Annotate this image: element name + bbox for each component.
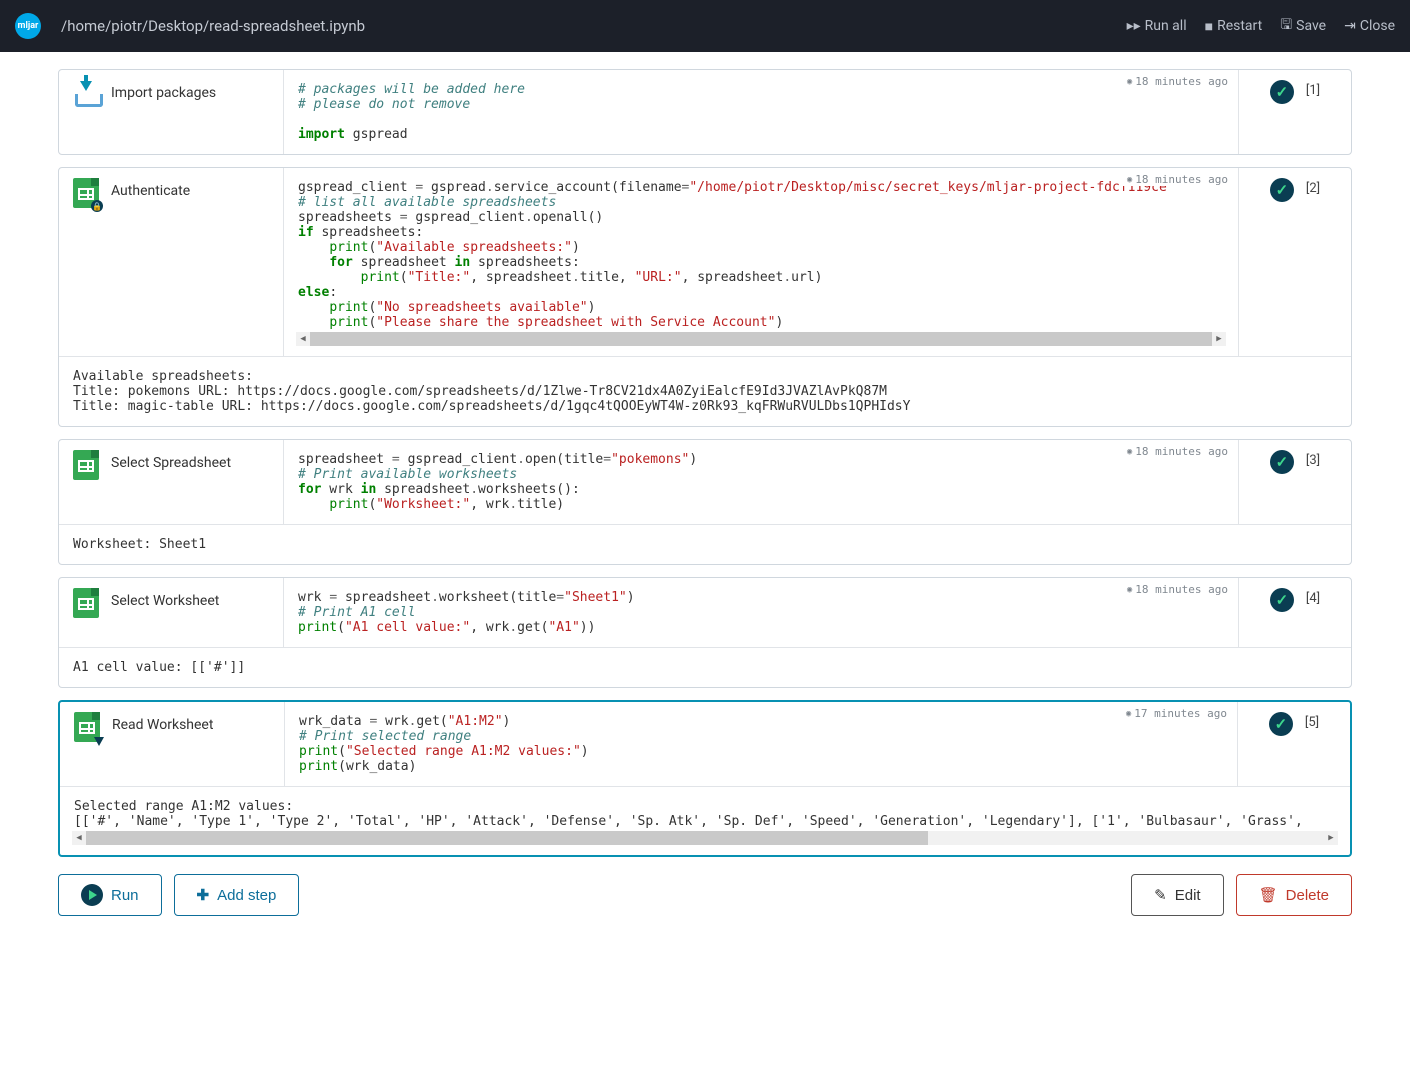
code-editor[interactable]: 18 minutes agogspread_client = gspread.s… [284,168,1239,356]
sheet-icon [71,450,101,480]
file-path: /home/piotr/Desktop/read-spreadsheet.ipy… [61,17,1127,35]
plus-icon: ✚ [197,886,210,904]
delete-button[interactable]: 🗑 Delete [1236,874,1352,916]
exec-count: [2] [1306,178,1320,196]
horizontal-scrollbar[interactable]: ◀▶ [72,831,1338,845]
exec-count: [5] [1305,712,1319,730]
cell-select-worksheet[interactable]: Select Worksheet 18 minutes agowrk = spr… [58,577,1352,688]
time-badge: 18 minutes ago [1121,75,1228,88]
cell-authenticate[interactable]: 🔒 Authenticate 18 minutes agogspread_cli… [58,167,1352,427]
cell-import-packages[interactable]: Import packages 18 minutes ago# packages… [58,69,1352,155]
success-check-icon: ✓ [1270,450,1294,474]
mljar-logo: mljar [15,13,41,39]
success-check-icon: ✓ [1270,80,1294,104]
time-badge: 18 minutes ago [1121,173,1228,186]
cell-select-spreadsheet[interactable]: Select Spreadsheet 18 minutes agospreads… [58,439,1352,565]
code-editor[interactable]: 18 minutes agospreadsheet = gspread_clie… [284,440,1239,524]
save-button[interactable]: 🖫 Save [1280,14,1326,38]
cell-title: Select Worksheet [111,588,219,609]
cell-output: Available spreadsheets: Title: pokemons … [59,356,1351,426]
fast-forward-icon: ▸▸ [1127,18,1141,34]
time-badge: 17 minutes ago [1120,707,1227,720]
sheet-grid-icon [71,588,101,618]
close-button[interactable]: ⇥ Close [1344,14,1395,38]
code-editor[interactable]: 18 minutes agowrk = spreadsheet.workshee… [284,578,1239,647]
cell-output: Selected range A1:M2 values: [['#', 'Nam… [60,786,1350,855]
cell-title: Read Worksheet [112,712,213,733]
cell-title: Authenticate [111,178,190,199]
exec-count: [1] [1306,80,1320,98]
save-icon: 🖫 [1280,14,1292,38]
horizontal-scrollbar[interactable]: ◀▶ [296,332,1226,346]
play-icon [81,884,103,906]
footer-toolbar: Run ✚ Add step ✎ Edit 🗑 Delete [0,872,1410,931]
cell-title: Import packages [111,80,216,101]
edit-button[interactable]: ✎ Edit [1131,874,1223,916]
code-editor[interactable]: 17 minutes agowrk_data = wrk.get("A1:M2"… [285,702,1238,786]
cell-output: A1 cell value: [['#']] [59,647,1351,687]
code-editor[interactable]: 18 minutes ago# packages will be added h… [284,70,1239,154]
run-all-button[interactable]: ▸▸ Run all [1127,14,1187,38]
app-header: mljar /home/piotr/Desktop/read-spreadshe… [0,0,1410,52]
cell-output: Worksheet: Sheet1 [59,524,1351,564]
stop-icon: ■ [1205,18,1213,35]
success-check-icon: ✓ [1269,712,1293,736]
restart-button[interactable]: ■ Restart [1205,14,1263,38]
add-step-button[interactable]: ✚ Add step [174,874,300,916]
trash-icon: 🗑 [1259,886,1278,904]
notebook-body: Import packages 18 minutes ago# packages… [0,52,1410,872]
sheet-lock-icon: 🔒 [71,178,101,208]
cell-title: Select Spreadsheet [111,450,231,471]
time-badge: 18 minutes ago [1121,583,1228,596]
exec-count: [4] [1306,588,1320,606]
time-badge: 18 minutes ago [1121,445,1228,458]
exit-icon: ⇥ [1344,18,1356,34]
success-check-icon: ✓ [1270,588,1294,612]
cell-read-worksheet[interactable]: Read Worksheet 17 minutes agowrk_data = … [58,700,1352,857]
edit-icon: ✎ [1154,886,1167,904]
sheet-download-icon [72,712,102,742]
exec-count: [3] [1306,450,1320,468]
success-check-icon: ✓ [1270,178,1294,202]
run-button[interactable]: Run [58,874,162,916]
download-icon [71,80,101,110]
